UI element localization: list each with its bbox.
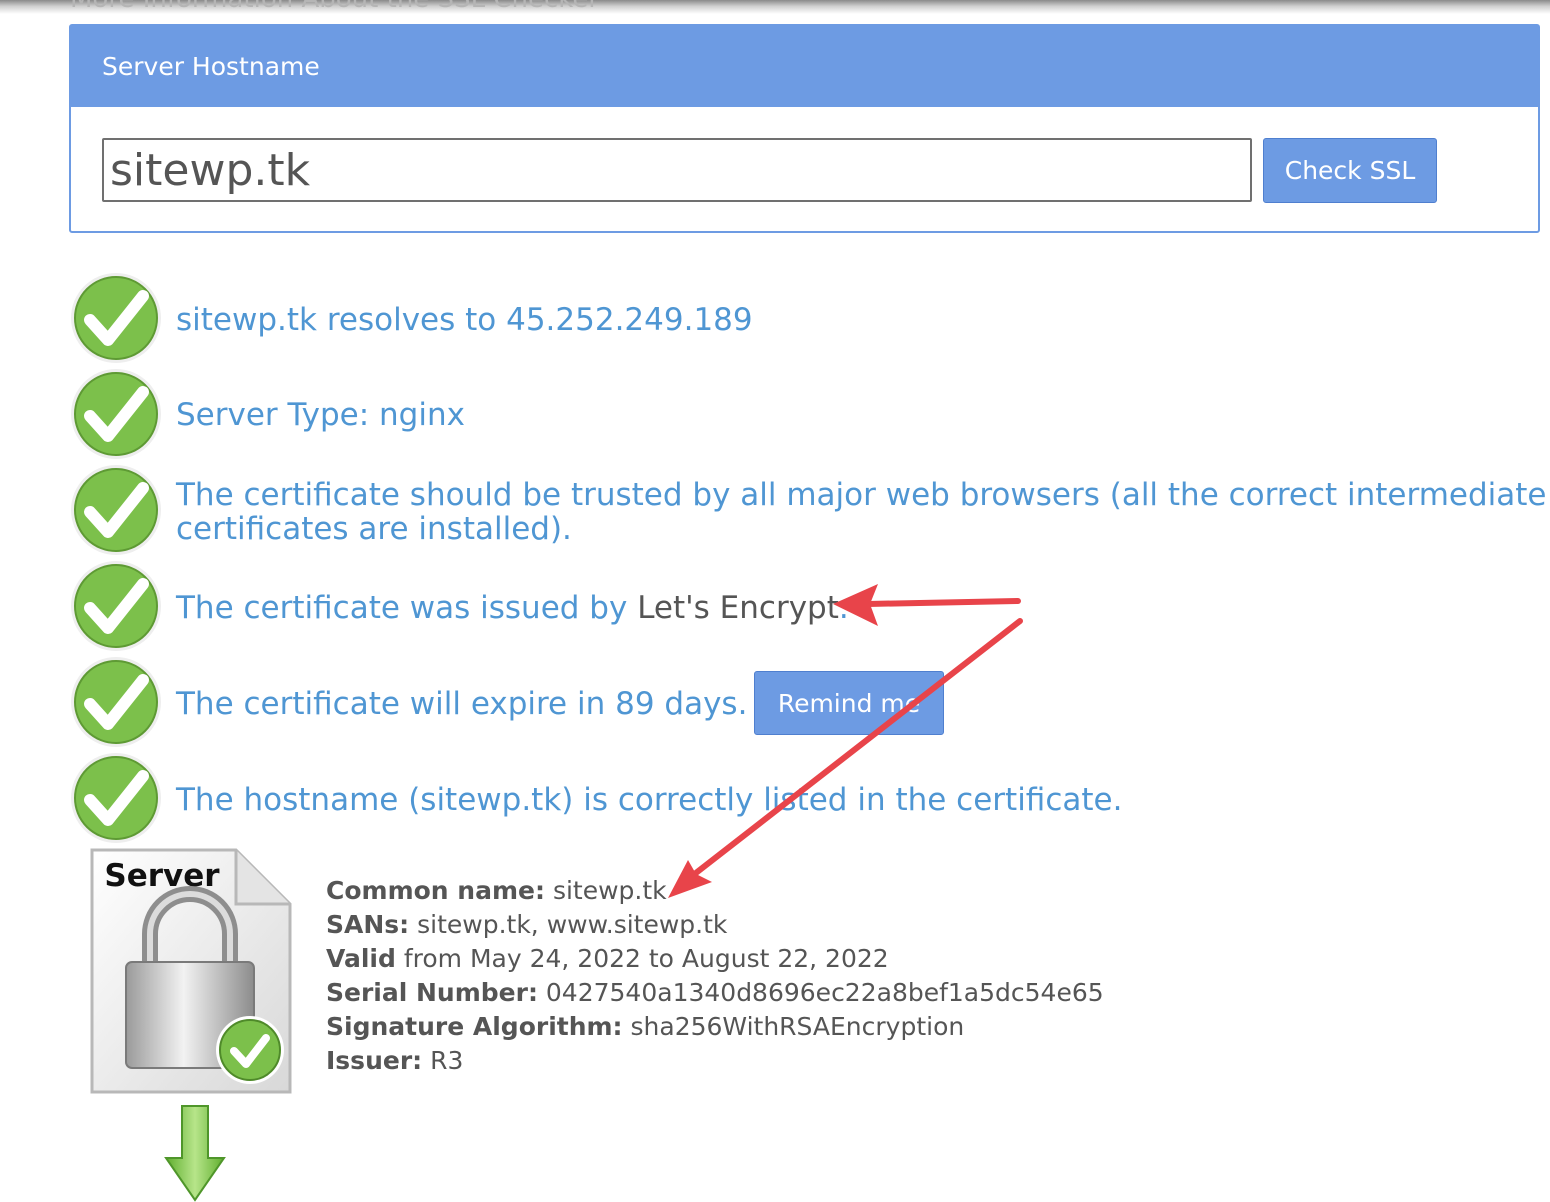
down-arrow-icon — [164, 1105, 226, 1202]
result-prefix: The certificate was issued by — [176, 590, 638, 626]
check-circle-icon — [71, 753, 161, 843]
valid-value: from May 24, 2022 to August 22, 2022 — [403, 944, 889, 973]
check-circle-icon — [71, 465, 161, 555]
sans-row: SANs: sitewp.tk, www.sitewp.tk — [326, 910, 728, 939]
panel-header: Server Hostname — [71, 26, 1538, 107]
sans-value: sitewp.tk, www.sitewp.tk — [417, 910, 728, 939]
common-name-row: Common name: sitewp.tk — [326, 876, 667, 905]
check-circle-icon — [71, 561, 161, 651]
issuer-name: Let's Encrypt — [637, 590, 839, 626]
cut-off-heading: More Information About the SSL Checker — [70, 0, 599, 14]
annotation-arrow-common-name — [689, 618, 1023, 879]
serial-row: Serial Number: 0427540a1340d8696ec22a8be… — [326, 978, 1104, 1007]
issuer-row: Issuer: R3 — [326, 1046, 464, 1075]
result-text: The certificate was issued by Let's Encr… — [176, 591, 849, 625]
hostname-input[interactable] — [102, 138, 1252, 202]
result-text-line1: The certificate should be trusted by all… — [176, 477, 1547, 513]
annotation-arrow-issuer — [865, 598, 1021, 607]
result-text: sitewp.tk resolves to 45.252.249.189 — [176, 302, 753, 338]
result-text: Server Type: nginx — [176, 397, 465, 433]
check-circle-icon — [71, 369, 161, 459]
common-name-value: sitewp.tk — [552, 876, 667, 905]
hostname-form-panel: Server Hostname Check SSL — [69, 24, 1540, 233]
server-lock-icon: Server — [90, 848, 292, 1094]
valid-row: Valid from May 24, 2022 to August 22, 20… — [326, 944, 889, 973]
signature-value: sha256WithRSAEncryption — [630, 1012, 965, 1041]
signature-row: Signature Algorithm: sha256WithRSAEncryp… — [326, 1012, 965, 1041]
result-text: The certificate will expire in 89 days. — [176, 686, 748, 722]
result-text-line2: certificates are installed). — [176, 511, 572, 547]
result-suffix: . — [838, 590, 849, 626]
serial-value: 0427540a1340d8696ec22a8bef1a5dc54e65 — [545, 978, 1104, 1007]
certificate-details: Common name: sitewp.tk SANs: sitewp.tk, … — [326, 874, 1104, 1078]
issuer-value: R3 — [430, 1046, 464, 1075]
check-ssl-button[interactable]: Check SSL — [1263, 138, 1437, 203]
result-text: The hostname (sitewp.tk) is correctly li… — [176, 782, 1123, 818]
remind-me-button[interactable]: Remind me — [754, 671, 944, 735]
check-circle-icon — [71, 273, 161, 363]
check-circle-icon — [71, 657, 161, 747]
